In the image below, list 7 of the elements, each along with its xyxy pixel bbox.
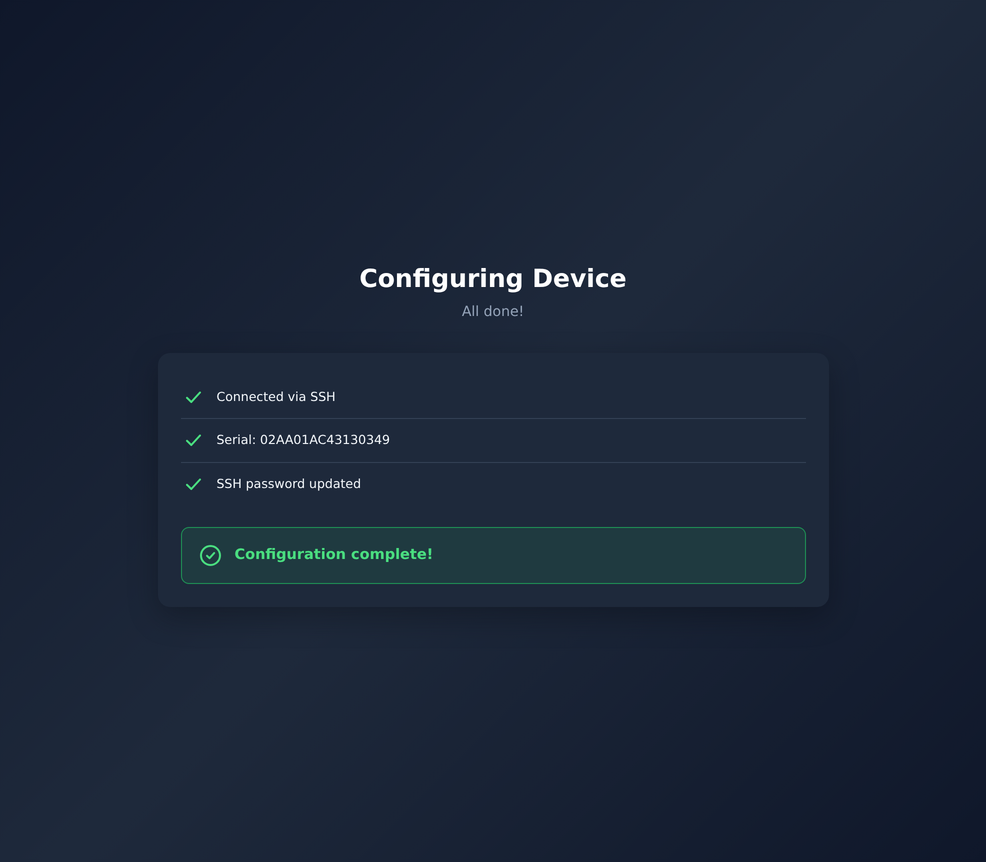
step-label: Connected via SSH [216, 388, 336, 406]
page-subtitle: All done! [462, 302, 524, 322]
step-label: SSH password updated [216, 475, 362, 494]
page-title: Configuring Device [359, 263, 627, 296]
check-circle-icon [200, 544, 220, 566]
alert-message: Configuration complete! [234, 546, 434, 564]
step-label: Serial: 02AA01AC43130349 [216, 431, 390, 450]
